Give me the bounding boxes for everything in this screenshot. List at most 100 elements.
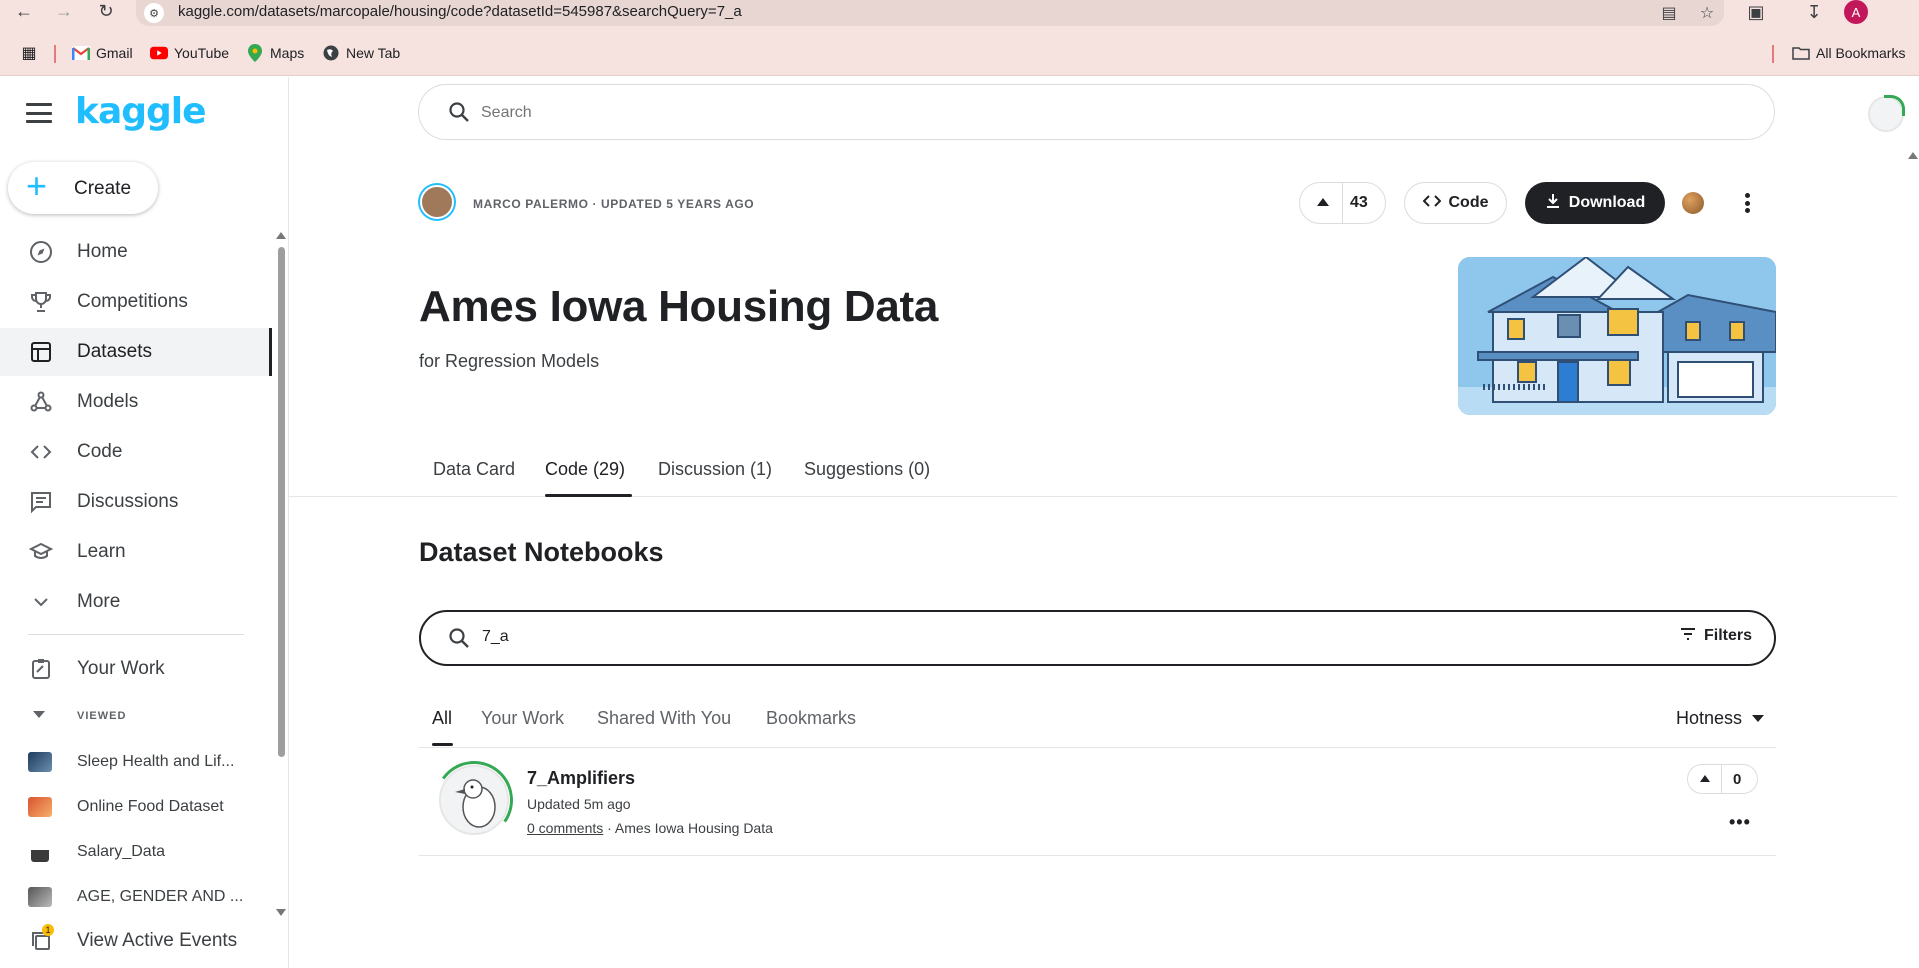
dataset-tabs: Data Card Code (29) Discussion (1) Sugge… (289, 445, 1897, 497)
recent-item[interactable]: Online Food Dataset (0, 789, 260, 825)
menu-icon[interactable] (26, 103, 52, 123)
bookmark-youtube[interactable]: YouTube (150, 42, 229, 64)
subtab-all[interactable]: All (432, 708, 452, 729)
table-icon (28, 339, 54, 365)
recent-thumbnail (28, 752, 52, 772)
owner-avatar[interactable] (420, 185, 454, 219)
tab-code[interactable]: Code (29) (545, 459, 625, 480)
site-search[interactable] (418, 84, 1775, 140)
downloads-icon[interactable]: ↧ (1800, 0, 1828, 24)
url-text[interactable]: kaggle.com/datasets/marcopale/housing/co… (178, 3, 742, 20)
filters-button[interactable]: Filters (1680, 627, 1752, 645)
more-options-icon[interactable] (1737, 190, 1757, 216)
sidebar-item-more[interactable]: More (0, 578, 272, 626)
recent-item[interactable]: Sleep Health and Lif... (0, 744, 260, 780)
compass-icon (28, 239, 54, 265)
upvote-button[interactable]: 43 (1299, 182, 1386, 224)
sidebar-scroll-up-icon[interactable] (276, 232, 286, 239)
sidebar-item-home[interactable]: Home (0, 228, 272, 276)
install-app-icon[interactable]: ▤ (1658, 2, 1680, 24)
notebook-search-value[interactable]: 7_a (482, 628, 509, 646)
bookmark-star-icon[interactable]: ☆ (1696, 2, 1718, 24)
subtab-bookmarks[interactable]: Bookmarks (766, 708, 856, 729)
dataset-title: Ames Iowa Housing Data (419, 282, 939, 331)
forward-icon[interactable]: → (50, 0, 78, 22)
tab-discussion[interactable]: Discussion (1) (658, 459, 772, 480)
search-icon (447, 626, 471, 650)
maps-icon (246, 44, 264, 62)
dataset-cover-image (1458, 257, 1776, 415)
site-info-icon[interactable]: ⚙ (144, 3, 164, 23)
notebook-title[interactable]: 7_Amplifiers (527, 768, 635, 789)
sidebar-item-code[interactable]: Code (0, 428, 272, 476)
code-button[interactable]: Code (1404, 182, 1507, 224)
extensions-icon[interactable]: ▣ (1742, 0, 1770, 24)
recent-item[interactable]: Salary_Data (0, 834, 260, 870)
tab-suggestions[interactable]: Suggestions (0) (804, 459, 930, 480)
subtab-your-work[interactable]: Your Work (481, 708, 564, 729)
code-icon (28, 439, 54, 465)
kaggle-sidebar: kaggle + Create Home Competitions Datase… (0, 77, 289, 968)
back-icon[interactable]: ← (10, 0, 38, 22)
youtube-icon (150, 45, 168, 61)
notebook-updated: Updated 5m ago (527, 796, 631, 812)
bookmark-new-tab[interactable]: New Tab (322, 42, 400, 64)
address-bar[interactable]: ⚙ kaggle.com/datasets/marcopale/housing/… (136, 0, 1724, 26)
browser-profile-avatar[interactable]: A (1844, 0, 1868, 24)
notebook-upvote-button[interactable]: 0 (1687, 764, 1758, 794)
section-title: Dataset Notebooks (419, 537, 664, 567)
kaggle-logo[interactable]: kaggle (75, 91, 207, 132)
recent-item[interactable]: AGE, GENDER AND ... (0, 879, 260, 915)
upvote-arrow-icon (1700, 775, 1710, 782)
sidebar-scroll-down-icon[interactable] (276, 909, 286, 916)
user-avatar[interactable] (1868, 95, 1905, 132)
upvote-count: 43 (1350, 194, 1368, 211)
dataset-subtitle: for Regression Models (419, 351, 600, 371)
bronze-medal-icon (1682, 192, 1704, 214)
sidebar-item-your-work[interactable]: Your Work (0, 645, 272, 693)
viewed-collapse-icon[interactable] (33, 711, 45, 718)
notebook-dataset-link[interactable]: Ames Iowa Housing Data (615, 820, 773, 836)
chevron-down-icon (28, 589, 54, 615)
notebook-search-field[interactable]: 7_a Filters (419, 610, 1776, 666)
apps-grid-icon[interactable]: ▦ (20, 42, 38, 64)
search-input[interactable] (481, 99, 1681, 127)
tab-data-card[interactable]: Data Card (433, 459, 515, 480)
all-bookmarks[interactable]: All Bookmarks (1792, 42, 1905, 64)
download-button[interactable]: Download (1525, 182, 1665, 224)
sidebar-item-datasets[interactable]: Datasets (0, 328, 272, 376)
subtab-shared-with-you[interactable]: Shared With You (597, 708, 731, 729)
sidebar-scrollbar[interactable] (278, 247, 285, 757)
discussion-icon (28, 489, 54, 515)
sidebar-item-discussions[interactable]: Discussions (0, 478, 272, 526)
view-active-events[interactable]: 1 View Active Events (0, 917, 272, 965)
active-subtab-indicator (432, 743, 453, 746)
notebook-comments-link[interactable]: 0 comments (527, 820, 603, 836)
notebook-more-options-icon[interactable]: ••• (1729, 812, 1751, 833)
upvote-arrow-icon (1317, 198, 1329, 206)
page-scroll-up-icon[interactable] (1908, 152, 1918, 159)
bookmarks-bar: ▦ Gmail YouTube Maps New Tab All Bookmar… (0, 28, 1919, 76)
events-badge: 1 (42, 924, 54, 936)
bookmark-gmail[interactable]: Gmail (72, 42, 133, 64)
viewed-section-label: VIEWED (77, 710, 127, 722)
bookmark-maps[interactable]: Maps (246, 42, 304, 64)
folder-icon (1792, 45, 1810, 61)
recent-thumbnail (28, 887, 52, 907)
create-button[interactable]: + Create (8, 162, 158, 214)
sidebar-item-learn[interactable]: Learn (0, 528, 272, 576)
sort-dropdown[interactable]: Hotness (1676, 708, 1764, 729)
plus-icon: + (26, 165, 48, 206)
notebook-meta: 0 comments · Ames Iowa Housing Data (527, 820, 773, 836)
sidebar-item-competitions[interactable]: Competitions (0, 278, 272, 326)
recent-thumbnail (31, 842, 49, 862)
gmail-icon (72, 45, 90, 61)
your-work-icon (28, 656, 54, 682)
notebook-list-item[interactable]: 7_Amplifiers Updated 5m ago 0 comments ·… (419, 748, 1776, 856)
browser-toolbar: ← → ↻ ⚙ kaggle.com/datasets/marcopale/ho… (0, 0, 1919, 28)
code-icon (1422, 194, 1441, 213)
bookmarks-separator-right (1772, 45, 1774, 63)
sidebar-item-models[interactable]: Models (0, 378, 272, 426)
models-icon (28, 389, 54, 415)
reload-icon[interactable]: ↻ (92, 0, 120, 22)
